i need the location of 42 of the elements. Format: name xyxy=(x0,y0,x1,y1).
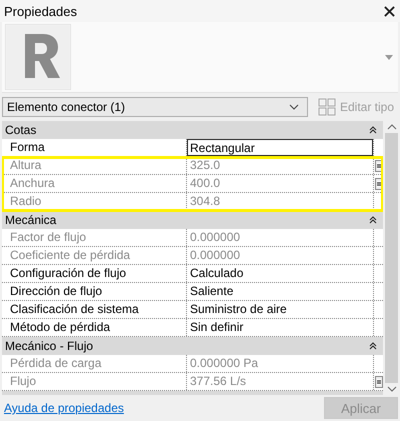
property-name: Altura xyxy=(2,157,187,174)
property-value[interactable]: Rectangular xyxy=(187,139,373,156)
help-link[interactable]: Ayuda de propiedades xyxy=(4,401,124,415)
edit-type-icon xyxy=(318,98,336,116)
property-row[interactable]: Clasificación de sistema Suministro de aire xyxy=(2,301,383,319)
property-name: Pérdida de carga xyxy=(2,355,187,372)
collapse-icon[interactable] xyxy=(369,342,377,350)
property-value[interactable]: Suministro de aire xyxy=(187,301,373,318)
collapse-icon[interactable] xyxy=(369,126,377,134)
property-row[interactable]: Forma Rectangular xyxy=(2,139,383,157)
r-logo-icon xyxy=(5,24,71,90)
property-name: Configuración de flujo xyxy=(2,265,187,282)
property-name: Método de pérdida xyxy=(2,319,187,336)
group-header[interactable]: Cotas xyxy=(2,121,383,139)
dropdown-caret-icon[interactable] xyxy=(385,54,393,60)
group-header[interactable]: Mecánica xyxy=(2,211,383,229)
scroll-down-icon[interactable] xyxy=(386,386,396,392)
group-title: Mecánico - Flujo xyxy=(5,339,94,353)
property-row[interactable]: Configuración de flujo Calculado xyxy=(2,265,383,283)
property-value[interactable]: Sin definir xyxy=(187,319,373,336)
scrollbar[interactable] xyxy=(383,121,400,395)
property-value[interactable]: Calculado xyxy=(187,265,373,282)
group-title: Mecánica xyxy=(5,213,56,227)
type-preview[interactable] xyxy=(2,22,398,93)
property-value[interactable]: Saliente xyxy=(187,283,373,300)
close-icon[interactable] xyxy=(384,6,395,16)
panel-title: Propiedades xyxy=(4,4,77,18)
group-title: Cotas xyxy=(5,123,36,137)
scroll-up-icon[interactable] xyxy=(386,124,396,130)
property-name: Forma xyxy=(2,139,187,156)
group-header[interactable]: Mecánico - Flujo xyxy=(2,337,383,355)
property-name: Factor de flujo xyxy=(2,229,187,246)
property-name: Clasificación de sistema xyxy=(2,301,187,318)
property-name: Coeficiente de pérdida xyxy=(2,247,187,264)
property-row[interactable]: Dirección de flujo Saliente xyxy=(2,283,383,301)
chevron-down-icon xyxy=(289,104,299,110)
property-name: Anchura xyxy=(2,175,187,192)
property-name: Radio xyxy=(2,193,187,210)
collapse-icon[interactable] xyxy=(369,216,377,224)
property-name: Dirección de flujo xyxy=(2,283,187,300)
type-selector-dropdown[interactable]: Elemento conector (1) xyxy=(2,97,308,117)
property-name: Flujo xyxy=(2,373,187,390)
